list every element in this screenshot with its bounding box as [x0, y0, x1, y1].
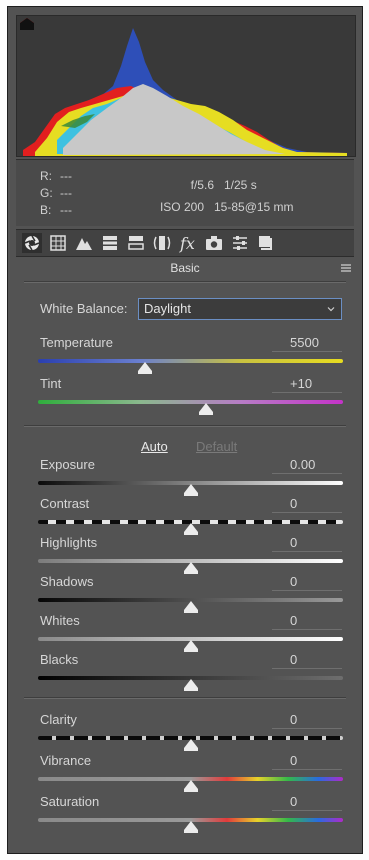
- highlight-clipping-icon[interactable]: [17, 16, 37, 32]
- exposure-info: f/5.6 1/25 s ISO 200 15-85@15 mm: [160, 174, 294, 218]
- saturation-value[interactable]: 0: [272, 794, 342, 811]
- tint-slider-thumb[interactable]: [198, 403, 213, 415]
- temperature-slider-thumb[interactable]: [137, 362, 152, 374]
- clarity-label: Clarity: [40, 712, 77, 727]
- g-label: G:: [40, 186, 53, 200]
- panel-tabs: fx: [16, 229, 354, 257]
- clarity-value[interactable]: 0: [272, 712, 342, 729]
- presets-icon[interactable]: [230, 233, 250, 253]
- saturation-slider-thumb[interactable]: [183, 821, 198, 833]
- default-button[interactable]: Default: [196, 439, 237, 454]
- tone-curve-icon[interactable]: [48, 233, 68, 253]
- basic-icon[interactable]: [22, 233, 42, 253]
- tint-label: Tint: [40, 376, 62, 391]
- split-toning-icon[interactable]: [126, 233, 146, 253]
- highlights-slider-thumb[interactable]: [183, 562, 198, 574]
- divider: [24, 697, 346, 699]
- hsl-icon[interactable]: [100, 233, 120, 253]
- histogram-graph: [23, 28, 347, 156]
- blacks-value[interactable]: 0: [272, 652, 342, 669]
- rgb-readout: R: --- G: --- B: ---: [40, 168, 80, 219]
- temperature-value[interactable]: 5500: [272, 335, 342, 352]
- divider: [24, 425, 346, 427]
- shutter-speed: 1/25 s: [224, 178, 257, 192]
- panel-menu-icon[interactable]: [340, 262, 352, 274]
- shadows-value[interactable]: 0: [272, 574, 342, 591]
- temperature-label: Temperature: [40, 335, 113, 350]
- contrast-value[interactable]: 0: [272, 496, 342, 513]
- detail-icon[interactable]: [74, 233, 94, 253]
- tint-track[interactable]: [38, 400, 343, 404]
- contrast-slider-thumb[interactable]: [183, 523, 198, 535]
- shadows-label: Shadows: [40, 574, 94, 589]
- vibrance-value[interactable]: 0: [272, 753, 342, 770]
- histogram: [16, 15, 356, 157]
- divider: [24, 281, 346, 283]
- b-label: B:: [40, 203, 52, 217]
- auto-button[interactable]: Auto: [141, 439, 168, 454]
- exposure-value[interactable]: 0.00: [272, 457, 342, 474]
- iso: ISO 200: [159, 200, 204, 214]
- whites-value[interactable]: 0: [272, 613, 342, 630]
- vibrance-slider-thumb[interactable]: [183, 780, 198, 792]
- blacks-label: Blacks: [40, 652, 79, 667]
- whites-slider-thumb[interactable]: [183, 640, 198, 652]
- camera-raw-panel: R: --- G: --- B: --- f/5.6 1/25 s ISO 200 15-…: [7, 6, 363, 854]
- panel-title: Basic: [170, 261, 200, 275]
- highlights-label: Highlights: [40, 535, 98, 550]
- saturation-label: Saturation: [40, 794, 100, 809]
- b-value: ---: [60, 203, 72, 217]
- camera-calibration-icon[interactable]: [204, 233, 224, 253]
- lens: 15-85@15 mm: [214, 200, 294, 214]
- chevron-down-icon: [327, 307, 335, 312]
- camera-info: R: --- G: --- B: --- f/5.6 1/25 s ISO 200 15-…: [16, 159, 354, 226]
- shadows-slider-thumb[interactable]: [183, 601, 198, 613]
- clarity-slider-thumb[interactable]: [183, 739, 198, 751]
- tint-value[interactable]: +10: [272, 376, 342, 393]
- exposure-slider-thumb[interactable]: [183, 484, 198, 496]
- blacks-slider-thumb[interactable]: [183, 679, 198, 691]
- exposure-label: Exposure: [40, 457, 95, 472]
- aperture: f/5.6: [190, 178, 214, 192]
- highlights-value[interactable]: 0: [272, 535, 342, 552]
- fx-icon[interactable]: fx: [178, 233, 198, 253]
- r-value: ---: [60, 169, 72, 183]
- lens-corrections-icon[interactable]: [152, 233, 172, 253]
- panel-title-bar: Basic: [16, 257, 354, 279]
- g-value: ---: [60, 186, 72, 200]
- white-balance-value: Daylight: [144, 301, 191, 316]
- white-balance-label: White Balance:: [40, 301, 128, 316]
- white-balance-select[interactable]: Daylight: [138, 298, 342, 320]
- contrast-label: Contrast: [40, 496, 90, 511]
- r-label: R:: [40, 169, 52, 183]
- vibrance-label: Vibrance: [40, 753, 92, 768]
- svg-text:fx: fx: [179, 234, 195, 253]
- snapshots-icon[interactable]: [256, 233, 276, 253]
- whites-label: Whites: [40, 613, 80, 628]
- temperature-track[interactable]: [38, 359, 343, 363]
